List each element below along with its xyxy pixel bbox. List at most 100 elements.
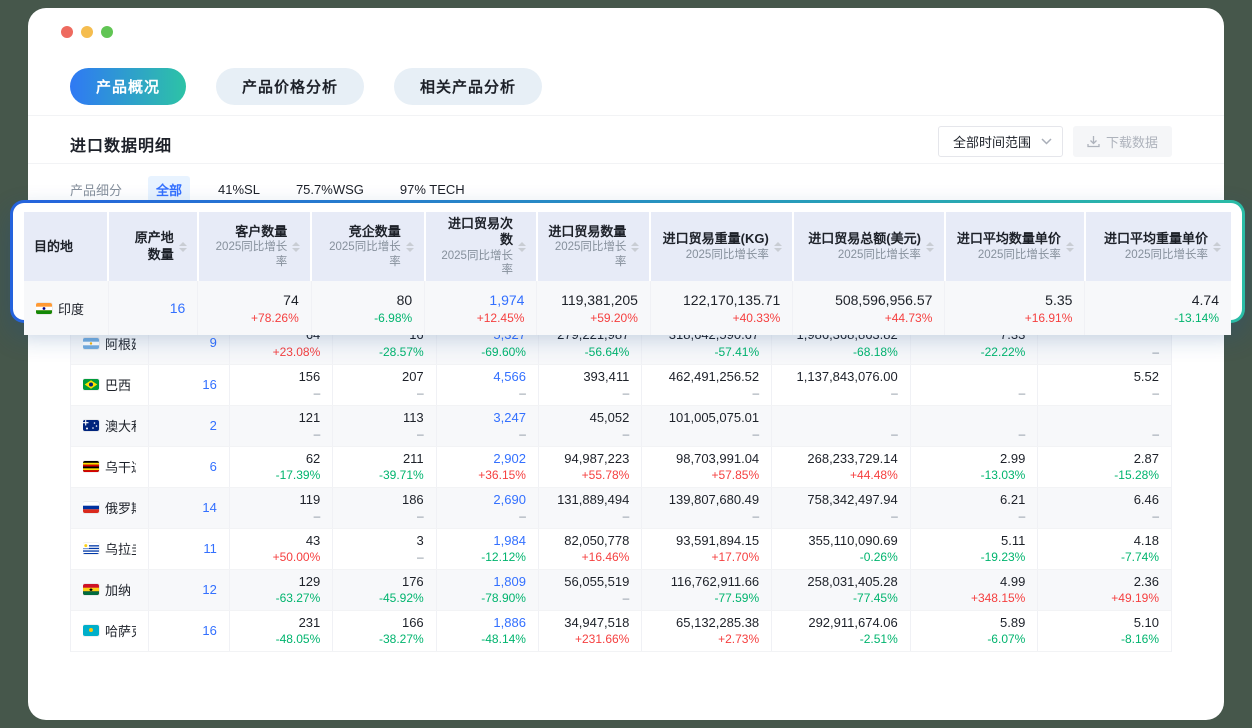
sort-icon[interactable]	[926, 242, 934, 252]
sort-icon[interactable]	[1213, 242, 1221, 252]
destination-cell: 印度	[24, 281, 108, 335]
import-data-table: 阿根廷964+23.08%16-28.57%5,327-69.60%279,22…	[70, 323, 1172, 652]
table-row-ghana: 加纳12129-63.27%176-45.92%1,809-78.90%56,0…	[71, 569, 1171, 610]
product-segment-filter: 产品细分 全部 41%SL 75.7%WSG 97% TECH	[70, 176, 473, 203]
trade-count-cell[interactable]: 1,886-48.14%	[436, 610, 538, 651]
origin-count-cell[interactable]: 11	[148, 528, 229, 569]
customer-count-cell: 156–	[229, 364, 332, 405]
trade-count-cell[interactable]: 1,974+12.45%	[425, 281, 537, 335]
table-row-brazil: 巴西16156–207–4,566–393,411–462,491,256.52…	[71, 364, 1171, 405]
filter-option-全部[interactable]: 全部	[148, 176, 190, 203]
table-row-russia: 俄罗斯14119–186–2,690–131,889,494–139,807,6…	[71, 487, 1171, 528]
tab-相关产品分析[interactable]: 相关产品分析	[394, 68, 542, 105]
time-range-select[interactable]: 全部时间范围	[938, 126, 1063, 157]
country-name: 澳大利亚	[105, 416, 136, 435]
trade-weight-cell: 65,132,285.38+2.73%	[642, 610, 772, 651]
tab-产品概况[interactable]: 产品概况	[70, 68, 186, 105]
origin-count-cell[interactable]: 12	[148, 569, 229, 610]
sort-icon[interactable]	[1066, 242, 1074, 252]
minimize-window-icon[interactable]	[81, 26, 93, 38]
origin-count-cell[interactable]: 16	[148, 610, 229, 651]
tab-bar: 产品概况产品价格分析相关产品分析	[70, 68, 542, 105]
destination-cell: 巴西	[71, 364, 148, 405]
flag-kazakhstan-icon	[83, 625, 99, 636]
close-window-icon[interactable]	[61, 26, 73, 38]
avg-weight-price-cell: –	[1038, 405, 1171, 446]
avg-weight-price-cell: 4.74-13.14%	[1085, 281, 1231, 335]
sort-icon[interactable]	[774, 242, 782, 252]
trade-weight-cell: 122,170,135.71+40.33%	[650, 281, 792, 335]
tab-产品价格分析[interactable]: 产品价格分析	[216, 68, 364, 105]
sort-icon[interactable]	[406, 242, 414, 252]
trade-count-cell[interactable]: 2,902+36.15%	[436, 446, 538, 487]
filter-label: 产品细分	[70, 180, 122, 199]
competitor-count-cell: 207–	[333, 364, 436, 405]
filter-option-75.7%WSG[interactable]: 75.7%WSG	[288, 178, 372, 201]
table-row-uruguay: 乌拉圭1143+50.00%3–1,984-12.12%82,050,778+1…	[71, 528, 1171, 569]
country-name: 俄罗斯	[105, 498, 136, 517]
table-row-uganda: 乌干达662-17.39%211-39.71%2,902+36.15%94,98…	[71, 446, 1171, 487]
time-range-value: 全部时间范围	[953, 132, 1031, 151]
avg-weight-price-cell: 6.46–	[1038, 487, 1171, 528]
highlighted-table-section: 目的地原产地数量客户数量2025同比增长率竞企数量2025同比增长率进口贸易次数…	[10, 200, 1245, 323]
flag-brazil-icon	[83, 379, 99, 390]
country-name: 巴西	[105, 375, 131, 394]
trade-count-cell[interactable]: 2,690–	[436, 487, 538, 528]
filter-option-97% TECH[interactable]: 97% TECH	[392, 178, 473, 201]
trade-weight-cell: 116,762,911.66-77.59%	[642, 569, 772, 610]
column-header-trade-weight[interactable]: 进口贸易重量(KG)2025同比增长率	[650, 212, 792, 281]
origin-count-cell[interactable]: 6	[148, 446, 229, 487]
destination-cell: 哈萨克斯坦	[71, 610, 148, 651]
sort-icon[interactable]	[518, 242, 526, 252]
customer-count-cell: 43+50.00%	[229, 528, 332, 569]
customer-count-cell: 231-48.05%	[229, 610, 332, 651]
competitor-count-cell: 113–	[333, 405, 436, 446]
country-name: 哈萨克斯坦	[105, 621, 136, 640]
destination-cell: 俄罗斯	[71, 487, 148, 528]
highlight-table: 目的地原产地数量客户数量2025同比增长率竞企数量2025同比增长率进口贸易次数…	[24, 212, 1231, 335]
column-header-origin-count[interactable]: 原产地数量	[108, 212, 197, 281]
download-data-button[interactable]: 下载数据	[1073, 126, 1172, 157]
sort-icon[interactable]	[179, 242, 187, 252]
column-header-trade-count[interactable]: 进口贸易次数2025同比增长率	[425, 212, 537, 281]
sort-icon[interactable]	[292, 242, 300, 252]
competitor-count-cell: 3–	[333, 528, 436, 569]
trade-weight-cell: 101,005,075.01–	[642, 405, 772, 446]
flag-uruguay-icon	[83, 543, 99, 554]
customer-count-cell: 62-17.39%	[229, 446, 332, 487]
trade-count-cell[interactable]: 4,566–	[436, 364, 538, 405]
avg-quantity-price-cell: 6.21–	[910, 487, 1038, 528]
column-header-avg-weight-price[interactable]: 进口平均重量单价2025同比增长率	[1085, 212, 1231, 281]
maximize-window-icon[interactable]	[101, 26, 113, 38]
divider	[28, 163, 1224, 164]
sort-icon[interactable]	[631, 242, 639, 252]
destination-cell: 乌拉圭	[71, 528, 148, 569]
table-row-kazakhstan: 哈萨克斯坦16231-48.05%166-38.27%1,886-48.14%3…	[71, 610, 1171, 651]
flag-india-icon	[36, 303, 52, 314]
column-header-trade-quantity[interactable]: 进口贸易数量2025同比增长率	[537, 212, 650, 281]
competitor-count-cell: 80-6.98%	[311, 281, 424, 335]
flag-argentina-icon	[83, 338, 99, 349]
table-controls: 全部时间范围 下载数据	[938, 126, 1172, 157]
competitor-count-cell: 176-45.92%	[333, 569, 436, 610]
origin-count-cell[interactable]: 2	[148, 405, 229, 446]
column-header-avg-quantity-price[interactable]: 进口平均数量单价2025同比增长率	[945, 212, 1085, 281]
origin-count-cell[interactable]: 16	[108, 281, 197, 335]
column-header-competitor-count[interactable]: 竞企数量2025同比增长率	[311, 212, 424, 281]
trade-weight-cell: 93,591,894.15+17.70%	[642, 528, 772, 569]
column-header-trade-amount[interactable]: 进口贸易总额(美元)2025同比增长率	[793, 212, 945, 281]
avg-quantity-price-cell: 5.11-19.23%	[910, 528, 1038, 569]
origin-count-cell[interactable]: 14	[148, 487, 229, 528]
trade-count-cell[interactable]: 3,247–	[436, 405, 538, 446]
filter-option-41%SL[interactable]: 41%SL	[210, 178, 268, 201]
trade-count-cell[interactable]: 1,809-78.90%	[436, 569, 538, 610]
trade-count-cell[interactable]: 1,984-12.12%	[436, 528, 538, 569]
column-header-customer-count[interactable]: 客户数量2025同比增长率	[198, 212, 311, 281]
country-name: 乌拉圭	[105, 539, 136, 558]
trade-amount-cell: 292,911,674.06-2.51%	[772, 610, 911, 651]
flag-russia-icon	[83, 502, 99, 513]
origin-count-cell[interactable]: 16	[148, 364, 229, 405]
avg-weight-price-cell: 5.52–	[1038, 364, 1171, 405]
avg-quantity-price-cell: 5.89-6.07%	[910, 610, 1038, 651]
highlight-row-india: 印度1674+78.26%80-6.98%1,974+12.45%119,381…	[24, 281, 1231, 335]
